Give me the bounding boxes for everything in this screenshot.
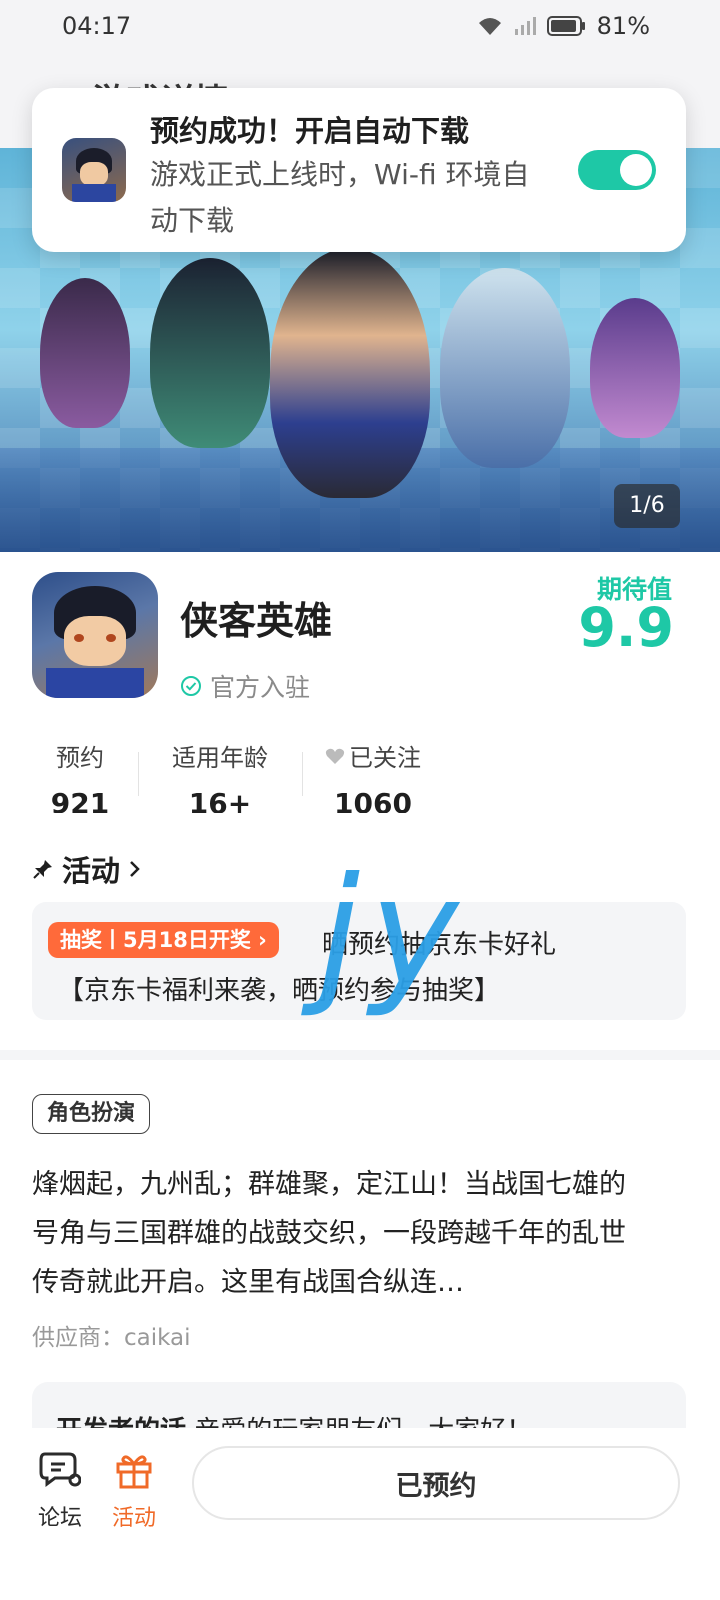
chevron-right-icon: › (258, 928, 267, 952)
hero-character (40, 278, 130, 428)
genre-tag[interactable]: 角色扮演 (32, 1094, 151, 1134)
lottery-badge-label: 抽奖丨5月18日开奖 (60, 928, 251, 952)
battery-icon (546, 16, 585, 36)
game-name: 侠客英雄 (180, 599, 333, 643)
status-time: 04:17 (62, 12, 132, 40)
battery-percent: 81% (596, 12, 650, 40)
watermark: jy (318, 846, 469, 1020)
reserved-button[interactable]: 已预约 (192, 1446, 680, 1520)
status-bar: 04:17 81% (0, 0, 720, 56)
hero-character (150, 258, 270, 448)
toast-game-icon (62, 138, 126, 202)
wifi-icon (478, 18, 501, 35)
stat-value: 16+ (188, 787, 252, 813)
stat-divider (138, 752, 139, 796)
hero-character (440, 268, 570, 468)
lottery-badge[interactable]: 抽奖丨5月18日开奖 › (48, 922, 279, 958)
gift-icon (116, 1455, 152, 1489)
chevron-right-icon (130, 861, 140, 877)
toggle-knob (620, 154, 652, 186)
official-label: 官方入驻 (210, 673, 311, 702)
tab-activity[interactable]: 活动 (104, 1450, 164, 1532)
activity-header[interactable]: 活动 (32, 848, 142, 890)
tab-forum-label: 论坛 (37, 1506, 82, 1531)
official-badge: 官方入驻 (180, 668, 310, 704)
stat-divider (302, 752, 303, 796)
forum-icon (39, 1452, 82, 1487)
signal-icon (514, 17, 536, 35)
expectation-score: 9.9 (578, 596, 674, 659)
toast-text: 游戏正式上线时，Wi-fi 环境自动下载 (150, 158, 530, 237)
heart-icon (325, 748, 345, 764)
image-counter: 1/6 (614, 484, 680, 528)
supplier-label: 供应商：caikai (32, 1325, 191, 1351)
stat-value: 1060 (334, 787, 412, 813)
bottom-action-bar: 论坛 活动 已预约 (0, 1428, 720, 1600)
stat-value: 921 (50, 787, 110, 813)
stat-reservations: 预约 921 (48, 738, 112, 813)
stat-label: 已关注 (349, 744, 421, 772)
status-icons: 81% (477, 12, 650, 40)
reservation-toast: 预约成功！开启自动下载 游戏正式上线时，Wi-fi 环境自动下载 (32, 88, 686, 252)
hero-character (270, 248, 430, 498)
stat-followers[interactable]: 已关注 1060 (318, 738, 428, 813)
toast-title: 预约成功！开启自动下载 (150, 114, 470, 148)
activity-title: 活动 (62, 854, 121, 888)
verified-check-icon (181, 676, 201, 696)
auto-download-toggle[interactable] (578, 150, 656, 190)
game-icon (32, 572, 158, 698)
stat-label: 预约 (56, 744, 104, 772)
pin-icon (33, 860, 52, 879)
tab-activity-label: 活动 (111, 1506, 156, 1531)
stat-age-rating: 适用年龄 16+ (168, 738, 272, 813)
game-description[interactable]: 烽烟起，九州乱；群雄聚，定江山！当战国七雄的号角与三国群雄的战鼓交织，一段跨越千… (32, 1160, 652, 1307)
section-divider (0, 1050, 720, 1060)
stat-label: 适用年龄 (172, 744, 268, 772)
stat-label-row: 已关注 (318, 738, 428, 773)
tab-forum[interactable]: 论坛 (30, 1450, 90, 1532)
hero-character (590, 298, 680, 438)
